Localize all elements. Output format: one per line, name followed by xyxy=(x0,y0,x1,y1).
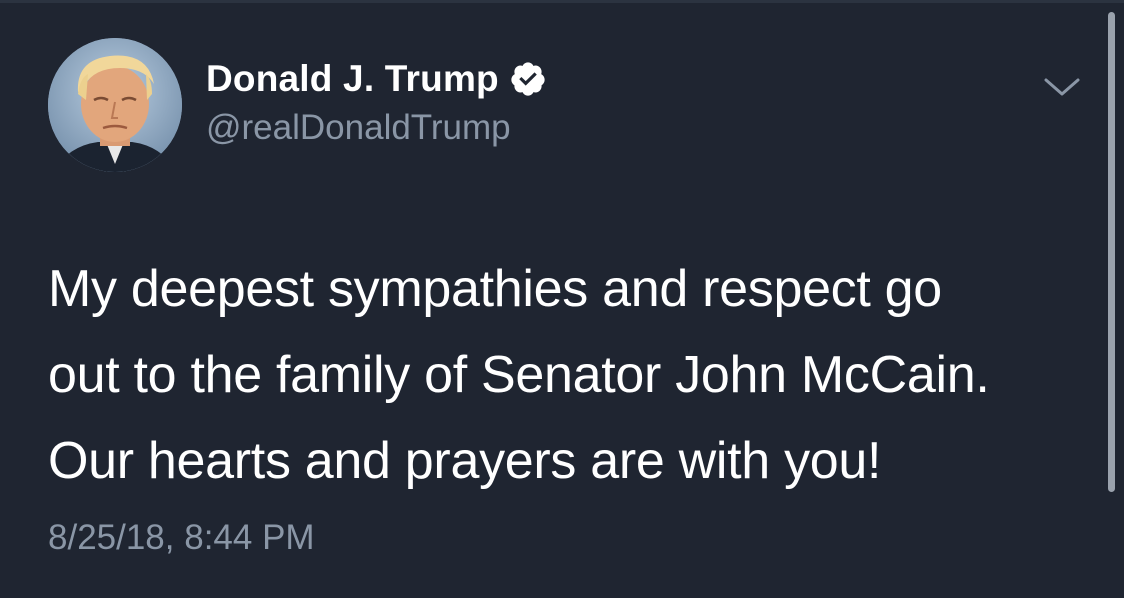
top-divider xyxy=(0,0,1124,3)
tweet-text-line: out to the family of Senator John McCain… xyxy=(48,346,990,404)
chevron-down-icon[interactable] xyxy=(1042,72,1082,102)
author-name-row[interactable]: Donald J. Trump xyxy=(206,56,547,102)
profile-photo-icon xyxy=(48,38,182,172)
verified-badge-icon xyxy=(509,60,547,98)
avatar[interactable] xyxy=(48,38,182,172)
tweet-card: Donald J. Trump @realDonaldTrump My deep… xyxy=(0,0,1124,598)
display-name[interactable]: Donald J. Trump xyxy=(206,58,499,100)
tweet-timestamp[interactable]: 8/25/18, 8:44 PM xyxy=(48,518,315,558)
scrollbar[interactable] xyxy=(1108,12,1115,492)
tweet-text-line: My deepest sympathies and respect go xyxy=(48,260,942,318)
tweet-text: My deepest sympathies and respect go out… xyxy=(48,246,1088,504)
tweet-text-line: Our hearts and prayers are with you! xyxy=(48,432,882,490)
author-handle[interactable]: @realDonaldTrump xyxy=(206,108,511,148)
